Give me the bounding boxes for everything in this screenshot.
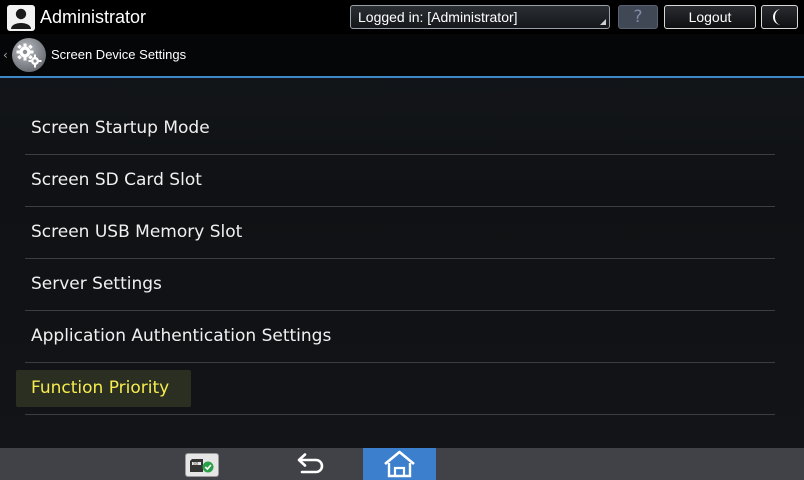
list-item-application-authentication-settings[interactable]: Application Authentication Settings bbox=[25, 311, 775, 363]
list-item-function-priority[interactable]: Function Priority bbox=[16, 363, 775, 415]
back-button[interactable] bbox=[288, 450, 328, 478]
device-settings-screen: Administrator Logged in: [Administrator]… bbox=[0, 0, 804, 480]
page-title: Screen Device Settings bbox=[51, 47, 187, 62]
back-arrow-icon bbox=[297, 453, 324, 474]
sd-card-status-button[interactable]: SD bbox=[185, 453, 219, 477]
login-status-display[interactable]: Logged in: [Administrator] bbox=[350, 5, 610, 29]
list-item-label: Application Authentication Settings bbox=[31, 326, 332, 346]
back-chevron-icon[interactable]: ‹ bbox=[3, 48, 8, 62]
top-status-bar: Administrator Logged in: [Administrator]… bbox=[0, 0, 804, 34]
energy-saver-button[interactable] bbox=[761, 5, 798, 29]
bottom-nav-bar: SD bbox=[0, 448, 804, 480]
list-item-server-settings[interactable]: Server Settings bbox=[25, 259, 775, 311]
list-item-screen-startup-mode[interactable]: Screen Startup Mode bbox=[25, 103, 775, 155]
home-button[interactable] bbox=[363, 448, 436, 480]
list-item-label: Screen SD Card Slot bbox=[31, 170, 202, 190]
page-header: ‹ Screen Device Settings bbox=[0, 34, 804, 78]
user-name: Administrator bbox=[40, 7, 147, 27]
list-item-label: Screen USB Memory Slot bbox=[31, 222, 243, 242]
home-icon bbox=[384, 450, 415, 478]
svg-text:SD: SD bbox=[193, 462, 198, 466]
help-button[interactable]: ? bbox=[618, 5, 658, 29]
settings-list: Screen Startup Mode Screen SD Card Slot … bbox=[16, 103, 775, 415]
list-item-label: Screen Startup Mode bbox=[31, 118, 210, 138]
login-status-text: Logged in: [Administrator] bbox=[358, 9, 518, 25]
logout-button[interactable]: Logout bbox=[664, 5, 756, 29]
sd-card-check-icon: SD bbox=[190, 459, 214, 473]
user-icon[interactable] bbox=[7, 5, 35, 31]
crescent-moon-icon bbox=[773, 9, 781, 25]
gear-icon bbox=[12, 38, 46, 72]
corner-triangle-icon bbox=[600, 19, 606, 25]
list-item-screen-sd-card-slot[interactable]: Screen SD Card Slot bbox=[25, 155, 775, 207]
list-item-screen-usb-memory-slot[interactable]: Screen USB Memory Slot bbox=[25, 207, 775, 259]
list-item-label: Function Priority bbox=[31, 378, 170, 398]
list-item-label: Server Settings bbox=[31, 274, 162, 294]
